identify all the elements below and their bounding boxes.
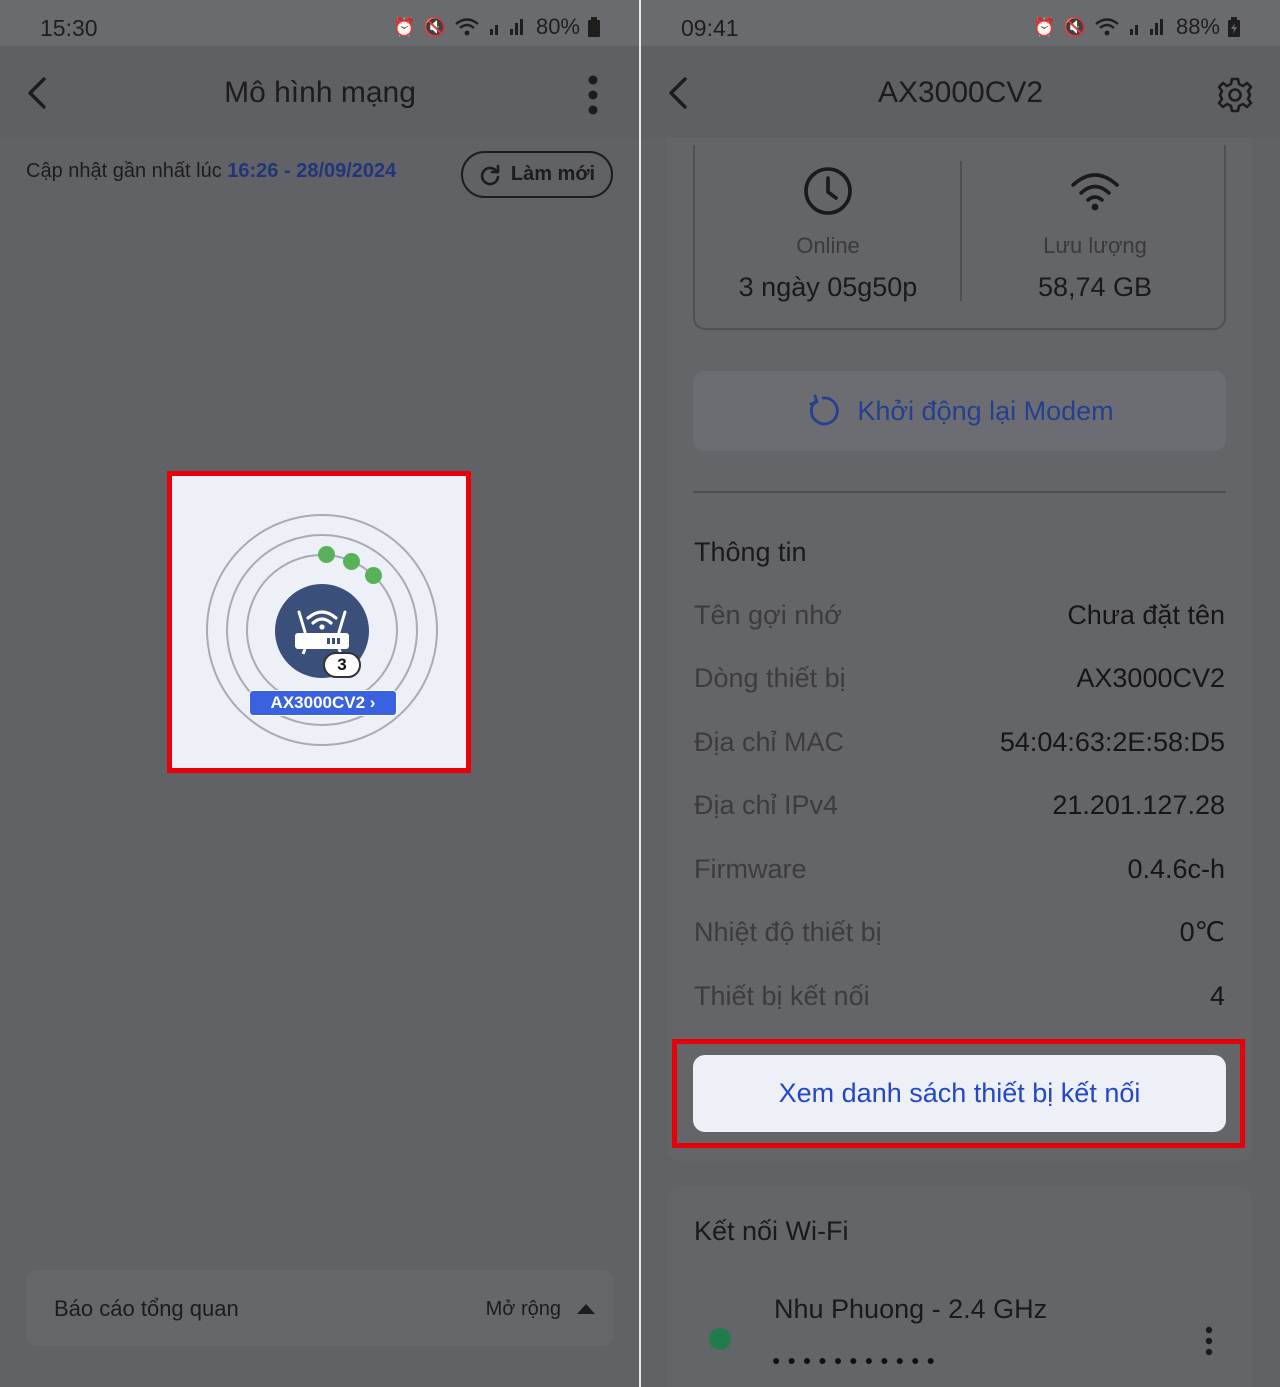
client-count-badge: 3 <box>323 652 361 678</box>
stat-traffic: Lưu lượng 58,74 GB <box>962 145 1228 330</box>
status-bar: 09:41 ⏰ 🔇 88% <box>641 0 1280 46</box>
connected-client-dot[interactable] <box>318 546 335 563</box>
status-time: 09:41 <box>681 15 739 41</box>
restart-icon <box>809 394 840 426</box>
info-value: 0.4.6c-h <box>1127 854 1225 884</box>
stat-online: Online 3 ngày 05g50p <box>695 145 961 330</box>
status-icons: ⏰ 🔇 88% <box>1033 14 1240 40</box>
info-key: Dòng thiết bị <box>694 663 846 693</box>
info-row-model: Dòng thiết bị AX3000CV2 <box>694 663 1225 703</box>
battery-level: 88% <box>1175 14 1220 39</box>
expand-label[interactable]: Mở rộng <box>486 1298 561 1321</box>
alarm-icon: ⏰ <box>393 17 416 37</box>
wifi-status-icon <box>1095 18 1119 36</box>
network-topology-diagram: 3 AX3000CV2 › <box>167 471 471 773</box>
restart-modem-label: Khởi động lại Modem <box>857 395 1114 426</box>
app-bar: AX3000CV2 <box>641 46 1280 138</box>
router-detail-screen: 09:41 ⏰ 🔇 88% AX3000CV2 Online 3 ngày 05… <box>641 0 1280 1387</box>
more-vertical-icon[interactable] <box>1204 1326 1214 1356</box>
status-icons: ⏰ 🔇 80% <box>393 14 600 40</box>
refresh-label: Làm mới <box>510 163 596 185</box>
info-value: 54:04:63:2E:58:D5 <box>999 727 1225 757</box>
view-connected-devices-button[interactable]: Xem danh sách thiết bị kết nối <box>693 1055 1226 1132</box>
stats-box: Online 3 ngày 05g50p Lưu lượng 58,74 GB <box>693 145 1226 330</box>
battery-level: 80% <box>535 14 580 39</box>
info-row-ipv4: Địa chỉ IPv4 21.201.127.28 <box>694 790 1225 830</box>
info-value: Chưa đặt tên <box>1067 600 1225 630</box>
restart-modem-button[interactable]: Khởi động lại Modem <box>693 371 1226 451</box>
status-time: 15:30 <box>40 15 98 41</box>
refresh-button[interactable]: Làm mới <box>461 151 613 198</box>
info-key: Nhiệt độ thiết bị <box>694 917 882 947</box>
mute-icon: 🔇 <box>423 17 446 37</box>
wifi-password-mask: ●●●●●●●●●●● <box>772 1352 943 1368</box>
alarm-icon: ⏰ <box>1033 17 1056 37</box>
stat-label: Online <box>796 233 860 258</box>
caret-up-icon[interactable] <box>577 1304 595 1314</box>
status-bar: 15:30 ⏰ 🔇 80% <box>0 0 640 46</box>
battery-icon <box>588 17 600 37</box>
wifi-status-icon <box>455 18 479 36</box>
wifi-section-title: Kết nối Wi-Fi <box>694 1216 849 1246</box>
mute-icon: 🔇 <box>1063 17 1086 37</box>
last-update-prefix: Cập nhật gần nhất lúc <box>26 160 228 182</box>
stat-value: 3 ngày 05g50p <box>738 272 918 302</box>
info-key: Thiết bị kết nối <box>694 981 870 1011</box>
wifi-icon <box>1071 173 1119 211</box>
info-key: Địa chỉ MAC <box>694 727 845 757</box>
wifi-status-dot <box>709 1328 731 1350</box>
info-row-connected-devices: Thiết bị kết nối 4 <box>694 981 1225 1021</box>
info-value: 21.201.127.28 <box>1052 790 1225 820</box>
signal-icon <box>489 19 523 35</box>
stat-value: 58,74 GB <box>1037 272 1153 302</box>
info-row-temperature: Nhiệt độ thiết bị 0℃ <box>694 917 1225 957</box>
last-update-text: Cập nhật gần nhất lúc 16:26 - 28/09/2024 <box>26 160 396 183</box>
info-section-title: Thông tin <box>694 537 807 567</box>
overview-report-label: Báo cáo tổng quan <box>54 1296 239 1321</box>
refresh-icon <box>480 164 500 185</box>
more-vertical-icon[interactable] <box>586 74 600 116</box>
gear-icon[interactable] <box>1216 76 1254 114</box>
info-value: 0℃ <box>1179 917 1225 947</box>
last-update-timestamp: 16:26 - 28/09/2024 <box>227 160 397 182</box>
section-divider <box>693 491 1226 493</box>
connected-client-dot[interactable] <box>365 567 382 584</box>
signal-icon <box>1129 19 1163 35</box>
wifi-connection-card: Kết nối Wi-Fi Nhu Phuong - 2.4 GHz ●●●●●… <box>667 1186 1252 1387</box>
router-name-tag[interactable]: AX3000CV2 › <box>249 690 397 716</box>
network-topology-screen: 15:30 ⏰ 🔇 80% Mô hình mạng Cập nhật gần … <box>0 0 640 1387</box>
clock-icon <box>804 167 852 215</box>
app-bar: Mô hình mạng <box>0 46 640 138</box>
connected-client-dot[interactable] <box>343 553 360 570</box>
info-value: AX3000CV2 <box>1076 663 1225 693</box>
info-key: Firmware <box>694 854 807 884</box>
info-value: 4 <box>1209 981 1225 1011</box>
battery-charging-icon <box>1228 17 1240 37</box>
info-key: Địa chỉ IPv4 <box>694 790 839 820</box>
info-key: Tên gợi nhớ <box>694 600 842 630</box>
wifi-network-name[interactable]: Nhu Phuong - 2.4 GHz <box>774 1294 1047 1325</box>
stat-label: Lưu lượng <box>1043 233 1147 258</box>
page-title: AX3000CV2 <box>877 76 1044 109</box>
info-row-mac: Địa chỉ MAC 54:04:63:2E:58:D5 <box>694 727 1225 767</box>
info-row-firmware: Firmware 0.4.6c-h <box>694 854 1225 894</box>
info-row-nickname: Tên gợi nhớ Chưa đặt tên <box>694 600 1225 640</box>
page-title: Mô hình mạng <box>224 76 416 109</box>
overview-report-bar[interactable]: Báo cáo tổng quan Mở rộng <box>26 1270 613 1346</box>
